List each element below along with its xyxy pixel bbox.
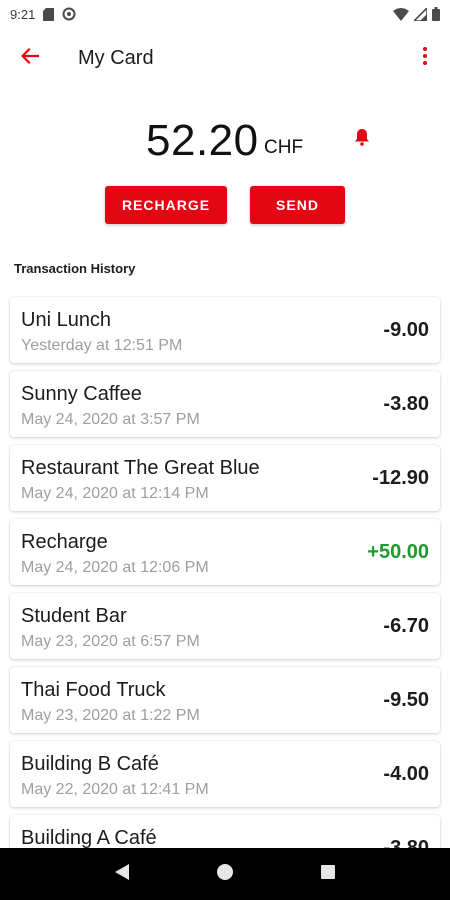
transaction-name: Restaurant The Great Blue	[21, 457, 260, 479]
transaction-name: Uni Lunch	[21, 309, 112, 331]
transaction-amount: -9.00	[383, 319, 429, 341]
transaction-date: May 23, 2020 at 1:22 PM	[21, 707, 200, 724]
transaction-amount: -9.50	[383, 689, 429, 711]
overflow-menu-button[interactable]	[400, 28, 450, 88]
balance-display: 52.20 CHF	[0, 112, 450, 172]
transaction-amount: -6.70	[383, 615, 429, 637]
transaction-date: May 22, 2020 at 12:41 PM	[21, 781, 209, 798]
transaction-amount: -3.80	[383, 393, 429, 415]
app-bar: My Card	[0, 28, 450, 88]
nav-recents-button[interactable]	[308, 854, 348, 894]
transaction-name: Student Bar	[21, 605, 127, 627]
nav-back-button[interactable]	[102, 854, 142, 894]
status-right	[393, 7, 440, 21]
status-left: 9:21	[10, 7, 76, 22]
transaction-item[interactable]: Recharge May 24, 2020 at 12:06 PM +50.00	[10, 519, 440, 585]
transaction-item[interactable]: Building B Café May 22, 2020 at 12:41 PM…	[10, 741, 440, 807]
transaction-date: May 24, 2020 at 3:57 PM	[21, 411, 200, 428]
transaction-item[interactable]: Restaurant The Great Blue May 24, 2020 a…	[10, 445, 440, 511]
square-recents-icon	[320, 864, 336, 885]
send-button[interactable]: SEND	[250, 186, 345, 224]
triangle-back-icon	[114, 863, 130, 886]
transaction-name: Thai Food Truck	[21, 679, 166, 701]
balance-currency: CHF	[264, 137, 304, 158]
transaction-date: May 23, 2020 at 6:57 PM	[21, 633, 200, 650]
transaction-date: May 24, 2020 at 12:14 PM	[21, 485, 209, 502]
wifi-icon	[393, 7, 409, 21]
transaction-item[interactable]: Thai Food Truck May 23, 2020 at 1:22 PM …	[10, 667, 440, 733]
transaction-name: Recharge	[21, 531, 108, 553]
transaction-name: Sunny Caffee	[21, 383, 142, 405]
transaction-name: Building A Café	[21, 827, 157, 849]
recharge-button[interactable]: RECHARGE	[105, 186, 227, 224]
at-sign-icon	[62, 7, 76, 21]
status-bar: 9:21	[0, 0, 450, 28]
transaction-item[interactable]: Uni Lunch Yesterday at 12:51 PM -9.00	[10, 297, 440, 363]
circle-home-icon	[216, 863, 234, 886]
transaction-date: Yesterday at 12:51 PM	[21, 337, 183, 354]
status-time: 9:21	[10, 6, 36, 22]
bell-icon[interactable]	[354, 128, 370, 151]
signal-icon	[414, 7, 427, 21]
transaction-item[interactable]: Sunny Caffee May 24, 2020 at 3:57 PM -3.…	[10, 371, 440, 437]
transaction-item[interactable]: Student Bar May 23, 2020 at 6:57 PM -6.7…	[10, 593, 440, 659]
balance-amount: 52.20	[146, 116, 259, 165]
transaction-amount: -12.90	[372, 467, 429, 489]
battery-icon	[432, 7, 440, 21]
transaction-list: Uni Lunch Yesterday at 12:51 PM -9.00 Su…	[10, 297, 440, 889]
more-vert-icon	[423, 46, 427, 70]
navigation-bar	[0, 848, 450, 900]
transaction-date: May 24, 2020 at 12:06 PM	[21, 559, 209, 576]
transaction-history-heading: Transaction History	[14, 261, 136, 276]
transaction-amount: -4.00	[383, 763, 429, 785]
sd-card-icon	[43, 7, 55, 21]
back-button[interactable]	[0, 28, 60, 88]
page-title: My Card	[78, 46, 154, 69]
transaction-amount: +50.00	[367, 541, 429, 563]
arrow-left-icon	[20, 47, 40, 69]
transaction-name: Building B Café	[21, 753, 159, 775]
nav-home-button[interactable]	[205, 854, 245, 894]
